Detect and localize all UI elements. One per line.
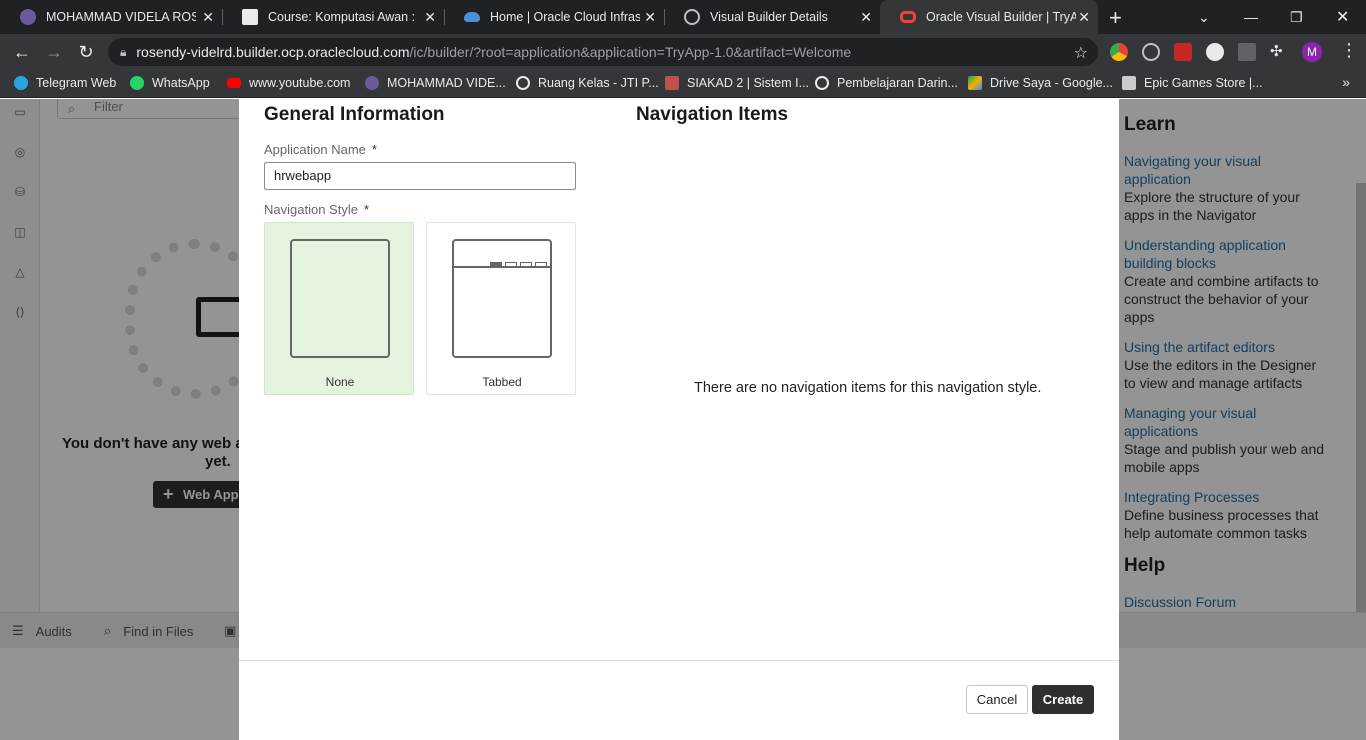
required-indicator: * [363, 202, 370, 217]
lock-icon: 🔒︎ [120, 44, 127, 59]
create-button[interactable]: Create [1032, 685, 1094, 714]
close-tab-icon[interactable]: ✕ [202, 9, 214, 26]
extension-generic-icon[interactable] [1238, 43, 1256, 61]
new-tab-button[interactable]: + [1109, 5, 1122, 31]
bookmarks-bar: Telegram Web WhatsApp www.youtube.com MO… [0, 70, 1366, 98]
browser-tab-title: Oracle Visual Builder | TryApp [926, 10, 1076, 24]
bookmark-label: Epic Games Store |... [1144, 76, 1263, 90]
bookmark-star-icon[interactable]: ☆ [1074, 43, 1088, 63]
siakad-icon [665, 76, 679, 90]
globe-icon [684, 9, 700, 25]
telegram-icon [14, 76, 28, 90]
nav-style-none-option[interactable]: None [264, 222, 414, 395]
bookmark-label: Drive Saya - Google... [990, 76, 1113, 90]
bookmark-label: SIAKAD 2 | Sistem I... [687, 76, 810, 90]
more-bookmarks-icon[interactable]: » [1342, 74, 1350, 90]
navigation-items-title: Navigation Items [636, 104, 789, 125]
browser-tab-title: Course: Komputasi Awan : Di [268, 10, 418, 24]
browser-tab-2[interactable]: Course: Komputasi Awan : Di ✕ [222, 0, 444, 34]
extension-globe-icon[interactable] [1142, 43, 1160, 61]
close-tab-icon[interactable]: ✕ [1078, 9, 1090, 26]
close-tab-icon[interactable]: ✕ [860, 9, 872, 26]
bookmark-whatsapp[interactable]: WhatsApp [130, 76, 210, 90]
close-tab-icon[interactable]: ✕ [424, 9, 436, 26]
bookmark-siakad[interactable]: SIAKAD 2 | Sistem I... [665, 76, 809, 90]
no-navigation-items-message: There are no navigation items for this n… [694, 380, 1042, 396]
bookmark-youtube[interactable]: www.youtube.com [227, 76, 350, 90]
application-name-label: Application Name * [264, 142, 377, 157]
browser-toolbar: ← → ↻ 🔒︎ rosendy-videlrd.builder.ocp.ora… [0, 34, 1366, 70]
tabbed-navigation-preview-icon [452, 239, 552, 358]
profile-avatar[interactable]: M [1302, 42, 1322, 62]
bookmark-label: www.youtube.com [249, 76, 351, 90]
close-window-button[interactable]: ✕ [1336, 0, 1349, 34]
url-path: /ic/builder/?root=application&applicatio… [409, 44, 852, 60]
bookmark-label: WhatsApp [152, 76, 210, 90]
url-host: rosendy-videlrd.builder.ocp.oraclecloud.… [136, 44, 410, 60]
bookmark-mohammad[interactable]: MOHAMMAD VIDE... [365, 76, 506, 90]
university-seal-icon [365, 76, 379, 90]
bookmark-label: MOHAMMAD VIDE... [387, 76, 506, 90]
google-drive-icon [968, 76, 982, 90]
create-web-app-dialog: General Information Application Name * hr… [239, 99, 1119, 740]
oracle-cloud-icon [464, 12, 480, 22]
forward-arrow-icon[interactable]: → [42, 40, 66, 64]
moodle-icon [242, 9, 258, 25]
bookmark-label: Pembelajaran Darin... [837, 76, 958, 90]
extension-mask-icon[interactable] [1206, 43, 1224, 61]
bookmark-label: Ruang Kelas - JTI P... [538, 76, 659, 90]
reload-icon[interactable]: ↻ [74, 40, 98, 64]
oracle-icon [900, 11, 916, 23]
bookmark-drive[interactable]: Drive Saya - Google... [968, 76, 1113, 90]
epic-games-icon [1122, 76, 1136, 90]
bookmark-epic-games[interactable]: Epic Games Store |... [1122, 76, 1263, 90]
browser-tab-title: Home | Oracle Cloud Infrastru [490, 10, 640, 24]
browser-tab-5-active[interactable]: Oracle Visual Builder | TryApp ✕ [880, 0, 1098, 34]
navigation-style-label-text: Navigation Style [264, 202, 358, 217]
browser-tab-title: MOHAMMAD VIDELA ROSENDY [46, 10, 196, 24]
browser-tab-1[interactable]: MOHAMMAD VIDELA ROSENDY ✕ [0, 0, 222, 34]
close-tab-icon[interactable]: ✕ [644, 9, 656, 26]
application-name-label-text: Application Name [264, 142, 366, 157]
extension-chrome-icon[interactable] [1110, 43, 1128, 61]
browser-tab-4[interactable]: Visual Builder Details ✕ [664, 0, 880, 34]
tab-search-icon[interactable]: ⌄ [1198, 0, 1210, 34]
extensions-puzzle-icon[interactable]: ✣ [1270, 43, 1288, 61]
browser-tab-3[interactable]: Home | Oracle Cloud Infrastru ✕ [444, 0, 664, 34]
general-information-title: General Information [264, 104, 445, 125]
extension-media-icon[interactable] [1174, 43, 1192, 61]
bookmark-pembelajaran[interactable]: Pembelajaran Darin... [815, 76, 958, 90]
globe-icon [516, 76, 530, 90]
navigation-style-label: Navigation Style * [264, 202, 369, 217]
browser-tab-title: Visual Builder Details [710, 10, 828, 24]
bookmark-label: Telegram Web [36, 76, 117, 90]
nav-style-tabbed-label: Tabbed [482, 375, 522, 389]
address-bar[interactable]: 🔒︎ rosendy-videlrd.builder.ocp.oracleclo… [108, 38, 1098, 66]
nav-style-tabbed-option[interactable]: Tabbed [426, 222, 576, 395]
nav-style-none-label: None [325, 375, 355, 389]
required-indicator: * [371, 142, 377, 157]
browser-tab-strip: MOHAMMAD VIDELA ROSENDY ✕ Course: Komput… [0, 0, 1366, 34]
restore-button[interactable]: ❐ [1290, 0, 1303, 34]
youtube-icon [227, 78, 241, 88]
application-name-input[interactable]: hrwebapp [264, 162, 576, 190]
no-navigation-preview-icon [290, 239, 390, 358]
minimize-button[interactable]: — [1244, 0, 1258, 34]
cancel-button[interactable]: Cancel [966, 685, 1028, 714]
university-seal-icon [20, 9, 36, 25]
bookmark-telegram[interactable]: Telegram Web [14, 76, 116, 90]
chrome-menu-icon[interactable]: ⋮ [1340, 40, 1358, 61]
back-arrow-icon[interactable]: ← [10, 40, 34, 64]
whatsapp-icon [130, 76, 144, 90]
dialog-footer-divider [239, 660, 1119, 661]
globe-icon [815, 76, 829, 90]
bookmark-ruang-kelas[interactable]: Ruang Kelas - JTI P... [516, 76, 659, 90]
